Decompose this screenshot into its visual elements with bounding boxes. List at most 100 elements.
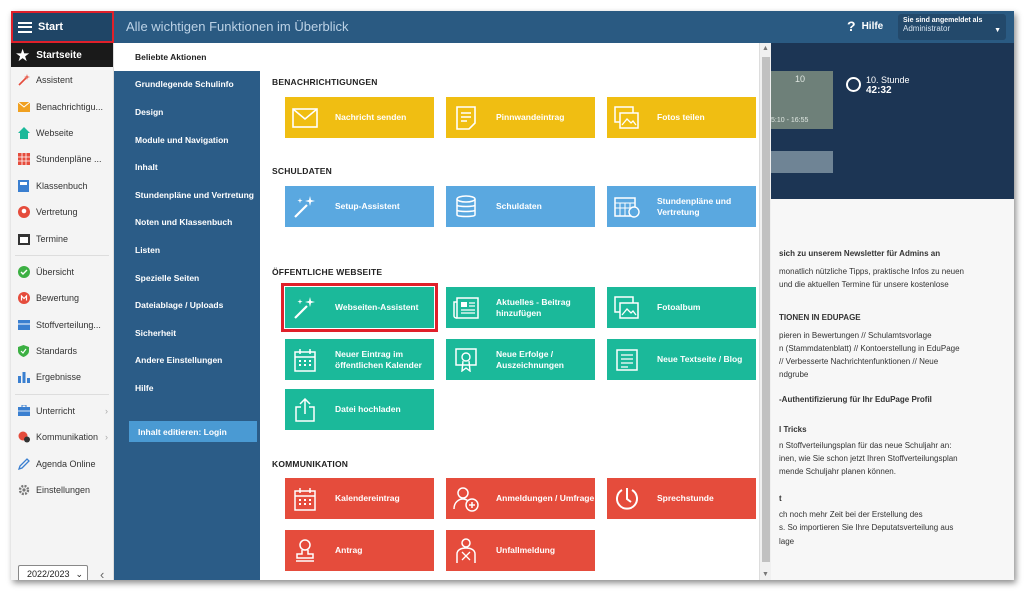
sidebar-item-startseite[interactable]: ★ Startseite	[11, 43, 113, 67]
sidebar-item-bewertung[interactable]: Bewertung	[11, 285, 113, 311]
envelope-icon	[291, 104, 319, 132]
sidebar-item-label: Bewertung	[36, 293, 80, 304]
tile-website-assistant[interactable]: Webseiten-Assistent	[281, 283, 438, 332]
document-icon	[613, 346, 641, 374]
scrollbar-thumb[interactable]	[762, 57, 770, 562]
sidebar-item-einstellungen[interactable]: Einstellungen	[11, 477, 113, 503]
briefcase-icon	[17, 404, 30, 417]
menu-item-andere-einstellungen[interactable]: Andere Einstellungen	[114, 347, 260, 375]
tile-send-message[interactable]: Nachricht senden	[285, 97, 434, 138]
news-line: sich zu unserem Newsletter für Admins an	[779, 249, 941, 258]
school-year-select[interactable]: 2022/2023 ⌄	[18, 565, 88, 580]
category-menu: Beliebte Aktionen Grundlegende Schulinfo D…	[114, 43, 260, 580]
sidebar-item-kommunikation[interactable]: Kommunikation ›	[11, 424, 113, 450]
menu-item-design[interactable]: Design	[114, 98, 260, 126]
tile-calendar-entry[interactable]: Kalendereintrag	[285, 478, 434, 519]
clock-icon	[613, 485, 641, 513]
menu-item-dateiablage-uploads[interactable]: Dateiablage / Uploads	[114, 291, 260, 319]
sidebar-item-label: Agenda Online	[36, 458, 96, 469]
user-menu[interactable]: Sie sind angemeldet als Administrator ▼	[898, 14, 1006, 40]
current-lesson: 10. Stunde 42:32	[846, 75, 910, 96]
collapse-sidebar-icon[interactable]: ‹	[100, 567, 104, 581]
news-line: monatlich nützliche Tipps, praktische In…	[779, 267, 964, 276]
sidebar-item-agenda-online[interactable]: Agenda Online	[11, 450, 113, 476]
pen-icon	[17, 457, 30, 470]
news-line: mende Schuljahr planen können.	[779, 467, 896, 476]
grade-icon	[17, 292, 30, 305]
tile-consultation[interactable]: Sprechstunde	[607, 478, 756, 519]
menu-item-spezielle-seiten[interactable]: Spezielle Seiten	[114, 264, 260, 292]
page-title: Alle wichtigen Funktionen im Überblick	[126, 19, 349, 34]
section-title-website: ÖFFENTLICHE WEBSEITE	[272, 267, 383, 277]
sidebar-item-standards[interactable]: Standards	[11, 338, 113, 364]
tile-label: Datei hochladen	[335, 404, 401, 415]
news-panel: sich zu unserem Newsletter für Admins an…	[771, 199, 1014, 580]
login-user: Administrator	[903, 24, 951, 33]
gear-icon	[17, 484, 30, 497]
tile-accident-report[interactable]: Unfallmeldung	[446, 530, 595, 571]
panel-scrollbar[interactable]: ▲ ▼	[759, 43, 771, 580]
sidebar-item-webseite[interactable]: Webseite	[11, 120, 113, 146]
news-line: inen, wie Sie schon jetzt Ihren Stoffver…	[779, 454, 958, 463]
tile-registrations[interactable]: Anmeldungen / Umfrage	[446, 478, 595, 519]
menu-item-noten-und-klassenbuch[interactable]: Noten und Klassenbuch	[114, 209, 260, 237]
sidebar-item-stundenpläne[interactable]: Stundenpläne ...	[11, 146, 113, 172]
sidebar-item-unterricht[interactable]: Unterricht ›	[11, 398, 113, 424]
menu-item-inhalt[interactable]: Inhalt	[114, 153, 260, 181]
scroll-down-icon[interactable]: ▼	[762, 571, 769, 578]
tile-label: Kalendereintrag	[335, 493, 400, 504]
sidebar-item-vertretung[interactable]: Vertretung	[11, 199, 113, 225]
edit-content-login-button[interactable]: Inhalt editieren: Login	[129, 421, 257, 442]
tile-timetables[interactable]: Stundenpläne und Vertretung	[607, 186, 756, 227]
sidebar-item-übersicht[interactable]: Übersicht	[11, 259, 113, 285]
start-button[interactable]: Start	[11, 11, 114, 43]
tile-label: Neuer Eintrag im öffentlichen Kalender	[335, 349, 422, 370]
tile-achievements[interactable]: Neue Erfolge / Auszeichnungen	[446, 339, 595, 380]
news-line: t	[779, 494, 782, 503]
sidebar-item-label: Stundenpläne ...	[36, 154, 102, 165]
sidebar-item-klassenbuch[interactable]: Klassenbuch	[11, 173, 113, 199]
database-icon	[452, 193, 480, 221]
tile-add-news[interactable]: Aktuelles - Beitrag hinzufügen	[446, 287, 595, 328]
tile-request[interactable]: Antrag	[285, 530, 434, 571]
sidebar-item-stoffverteilung[interactable]: Stoffverteilung...	[11, 312, 113, 338]
menu-item-beliebte-aktionen[interactable]: Beliebte Aktionen	[114, 43, 260, 71]
menu-item-stundenpläne-und-vertretung[interactable]: Stundenpläne und Vertretung	[114, 181, 260, 209]
tile-pinboard[interactable]: Pinnwandeintrag	[446, 97, 595, 138]
tile-share-photos[interactable]: Fotos teilen	[607, 97, 756, 138]
calendar-icon	[291, 346, 319, 374]
question-icon: ?	[847, 18, 856, 34]
menu-item-hilfe[interactable]: Hilfe	[114, 374, 260, 402]
menu-item-module-und-navigation[interactable]: Module und Navigation	[114, 126, 260, 154]
tile-photo-album[interactable]: Fotoalbum	[607, 287, 756, 328]
user-add-icon	[452, 485, 480, 513]
news-line: ndgrube	[779, 370, 809, 379]
sidebar-item-label: Kommunikation	[36, 432, 99, 443]
scroll-up-icon[interactable]: ▲	[762, 45, 769, 52]
sidebar-divider	[15, 254, 109, 256]
dashboard-button[interactable]	[771, 151, 833, 173]
magic-wand-icon	[291, 294, 319, 322]
menu-item-listen[interactable]: Listen	[114, 236, 260, 264]
sidebar-item-label: Standards	[36, 346, 78, 357]
help-button[interactable]: ? Hilfe	[847, 18, 883, 34]
stamp-icon	[291, 537, 319, 565]
magic-wand-icon	[291, 193, 319, 221]
sidebar-item-ergebnisse[interactable]: Ergebnisse	[11, 364, 113, 390]
section-title-communication: KOMMUNIKATION	[272, 459, 349, 469]
tile-upload-file[interactable]: Datei hochladen	[285, 389, 434, 430]
tile-setup-assistant[interactable]: Setup-Assistent	[285, 186, 434, 227]
background-dashboard: 10 5:10 - 16:55 10. Stunde 42:32 sich zu…	[771, 43, 1014, 580]
substitute-icon	[17, 206, 30, 219]
sidebar-item-assistent[interactable]: Assistent	[11, 67, 113, 93]
tile-new-textpage[interactable]: Neue Textseite / Blog	[607, 339, 756, 380]
sidebar-item-termine[interactable]: Termine	[11, 225, 113, 251]
tile-public-calendar[interactable]: Neuer Eintrag im öffentlichen Kalender	[285, 339, 434, 380]
menu-item-grundlegende-schulinfo[interactable]: Grundlegende Schulinfo	[114, 71, 260, 99]
tile-school-data[interactable]: Schuldaten	[446, 186, 595, 227]
start-label: Start	[38, 21, 64, 33]
actions-panel: BENACHRICHTIGUNGEN SCHULDATEN ÖFFENTLICH…	[260, 43, 759, 580]
sidebar-item-benachrichtigu[interactable]: Benachrichtigu...	[11, 93, 113, 119]
sidebar-item-label: Unterricht	[36, 405, 76, 416]
menu-item-sicherheit[interactable]: Sicherheit	[114, 319, 260, 347]
